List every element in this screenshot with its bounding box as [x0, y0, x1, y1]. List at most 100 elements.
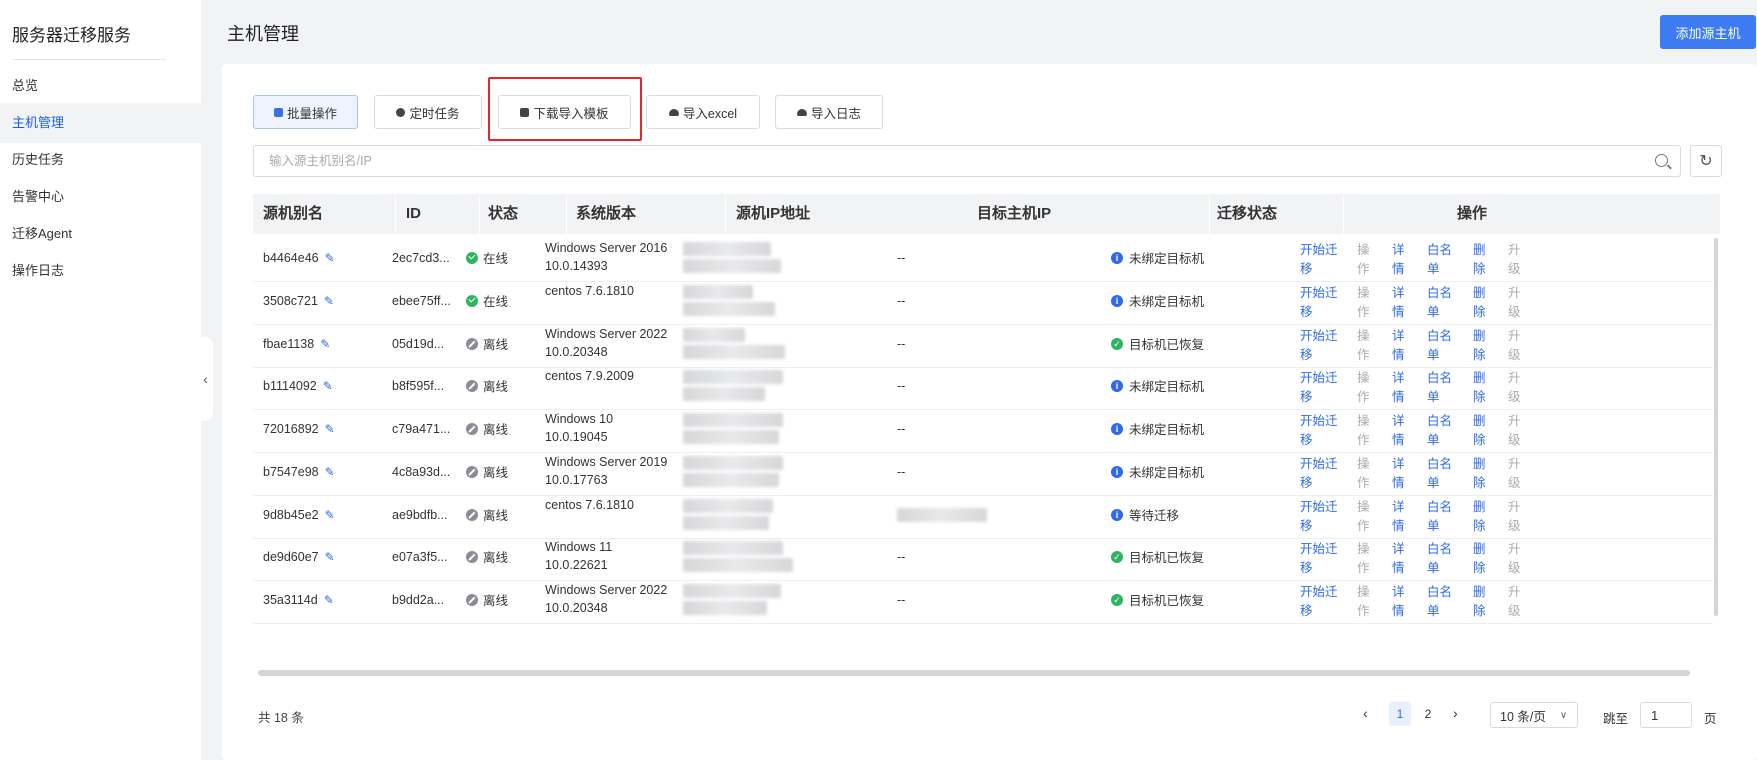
import-excel-button[interactable]: 导入excel [646, 95, 760, 129]
action-2-button[interactable]: 详情 [1392, 496, 1414, 534]
edit-pencil-icon[interactable]: ✎ [325, 465, 335, 479]
action-5-button[interactable]: 升级 [1508, 239, 1530, 277]
action-5-button[interactable]: 升级 [1508, 367, 1530, 405]
action-0-button[interactable]: 开始迁移 [1300, 367, 1344, 405]
action-0-button[interactable]: 开始迁移 [1300, 496, 1344, 534]
action-2-button[interactable]: 详情 [1392, 367, 1414, 405]
action-5-button[interactable]: 升级 [1508, 581, 1530, 619]
migration-status-text: 未绑定目标机 [1129, 423, 1205, 437]
action-3-button[interactable]: 白名单 [1427, 239, 1460, 277]
action-4-button[interactable]: 删除 [1473, 538, 1495, 576]
edit-pencil-icon[interactable]: ✎ [324, 593, 334, 607]
action-1-button[interactable]: 操作 [1357, 410, 1379, 448]
vertical-scrollbar[interactable] [1714, 238, 1718, 616]
action-4-button[interactable]: 删除 [1473, 239, 1495, 277]
action-3-button[interactable]: 白名单 [1427, 581, 1460, 619]
edit-pencil-icon[interactable]: ✎ [324, 294, 334, 308]
page-size-select[interactable]: 10 条/页 ∨ [1490, 702, 1578, 728]
check-circle-icon: ✓ [1111, 337, 1123, 350]
action-4-button[interactable]: 删除 [1473, 496, 1495, 534]
search-input[interactable] [254, 146, 1634, 176]
edit-pencil-icon[interactable]: ✎ [325, 251, 335, 265]
scheduled-task-button[interactable]: 定时任务 [374, 95, 482, 129]
page-1[interactable]: 1 [1389, 702, 1411, 726]
action-5-button[interactable]: 升级 [1508, 453, 1530, 491]
import-log-button[interactable]: 导入日志 [775, 95, 883, 129]
blurred-source-ip [683, 601, 767, 615]
action-2-button[interactable]: 详情 [1392, 239, 1414, 277]
action-1-button[interactable]: 操作 [1357, 496, 1379, 534]
action-0-button[interactable]: 开始迁移 [1300, 410, 1344, 448]
status-cell: 离线 [466, 320, 544, 367]
sidebar-item-operation-log[interactable]: 操作日志 [0, 251, 201, 291]
status-text: 离线 [483, 338, 509, 352]
action-2-button[interactable]: 详情 [1392, 538, 1414, 576]
action-0-button[interactable]: 开始迁移 [1300, 282, 1344, 320]
edit-pencil-icon[interactable]: ✎ [323, 379, 333, 393]
action-1-button[interactable]: 操作 [1357, 239, 1379, 277]
action-1-button[interactable]: 操作 [1357, 282, 1379, 320]
edit-pencil-icon[interactable]: ✎ [325, 550, 335, 564]
action-3-button[interactable]: 白名单 [1427, 410, 1460, 448]
action-5-button[interactable]: 升级 [1508, 410, 1530, 448]
action-1-button[interactable]: 操作 [1357, 581, 1379, 619]
horizontal-scrollbar[interactable] [258, 670, 1690, 676]
action-2-button[interactable]: 详情 [1392, 581, 1414, 619]
os-version: Windows Server 2022 10.0.20348 [545, 327, 668, 359]
action-2-button[interactable]: 详情 [1392, 410, 1414, 448]
action-0-button[interactable]: 开始迁移 [1300, 538, 1344, 576]
sidebar-collapse-button[interactable]: ‹ [198, 337, 213, 421]
sidebar-item-history-tasks[interactable]: 历史任务 [0, 140, 201, 180]
offline-icon [466, 550, 478, 563]
jump-page-input[interactable] [1640, 702, 1692, 728]
action-3-button[interactable]: 白名单 [1427, 453, 1460, 491]
action-3-button[interactable]: 白名单 [1427, 367, 1460, 405]
migration-status-cell: i 未绑定目标机 [1111, 362, 1281, 409]
action-0-button[interactable]: 开始迁移 [1300, 239, 1344, 277]
action-1-button[interactable]: 操作 [1357, 367, 1379, 405]
table-row: 3508c721 ✎ ebee75ff... 在线 centos 7.6.1810 -- i… [253, 277, 1713, 325]
action-4-button[interactable]: 删除 [1473, 453, 1495, 491]
action-5-button[interactable]: 升级 [1508, 496, 1530, 534]
search-icon[interactable] [1655, 154, 1668, 167]
action-2-button[interactable]: 详情 [1392, 325, 1414, 363]
action-5-button[interactable]: 升级 [1508, 538, 1530, 576]
action-3-button[interactable]: 白名单 [1427, 282, 1460, 320]
action-4-button[interactable]: 删除 [1473, 367, 1495, 405]
action-4-button[interactable]: 删除 [1473, 325, 1495, 363]
migration-status-text: 未绑定目标机 [1129, 252, 1205, 266]
action-0-button[interactable]: 开始迁移 [1300, 581, 1344, 619]
action-5-button[interactable]: 升级 [1508, 282, 1530, 320]
action-3-button[interactable]: 白名单 [1427, 325, 1460, 363]
action-1-button[interactable]: 操作 [1357, 538, 1379, 576]
action-1-button[interactable]: 操作 [1357, 453, 1379, 491]
action-2-button[interactable]: 详情 [1392, 453, 1414, 491]
action-5-button[interactable]: 升级 [1508, 325, 1530, 363]
target-ip-cell: -- [897, 448, 1097, 495]
action-0-button[interactable]: 开始迁移 [1300, 453, 1344, 491]
action-0-button[interactable]: 开始迁移 [1300, 325, 1344, 363]
prev-page-icon[interactable]: ‹ [1363, 705, 1368, 721]
edit-pencil-icon[interactable]: ✎ [320, 337, 330, 351]
action-4-button[interactable]: 删除 [1473, 282, 1495, 320]
batch-operation-button[interactable]: 批量操作 [253, 95, 358, 129]
os-version: centos 7.6.1810 [545, 284, 634, 298]
next-page-icon[interactable]: › [1453, 705, 1458, 721]
page-2[interactable]: 2 [1417, 702, 1439, 726]
sidebar-item-alert-center[interactable]: 告警中心 [0, 177, 201, 217]
action-4-button[interactable]: 删除 [1473, 410, 1495, 448]
refresh-button[interactable]: ↻ [1690, 145, 1722, 177]
edit-pencil-icon[interactable]: ✎ [325, 508, 335, 522]
action-3-button[interactable]: 白名单 [1427, 496, 1460, 534]
sidebar-item-overview[interactable]: 总览 [0, 66, 201, 106]
action-2-button[interactable]: 详情 [1392, 282, 1414, 320]
add-source-host-button[interactable]: 添加源主机 [1660, 15, 1756, 49]
edit-pencil-icon[interactable]: ✎ [325, 422, 335, 436]
action-1-button[interactable]: 操作 [1357, 325, 1379, 363]
sidebar-item-migration-agent[interactable]: 迁移Agent [0, 214, 201, 254]
action-4-button[interactable]: 删除 [1473, 581, 1495, 619]
scheduled-task-label: 定时任务 [409, 106, 460, 121]
alias-cell: de9d60e7 ✎ [263, 533, 393, 580]
sidebar-item-host-management[interactable]: 主机管理 [0, 103, 201, 143]
action-3-button[interactable]: 白名单 [1427, 538, 1460, 576]
